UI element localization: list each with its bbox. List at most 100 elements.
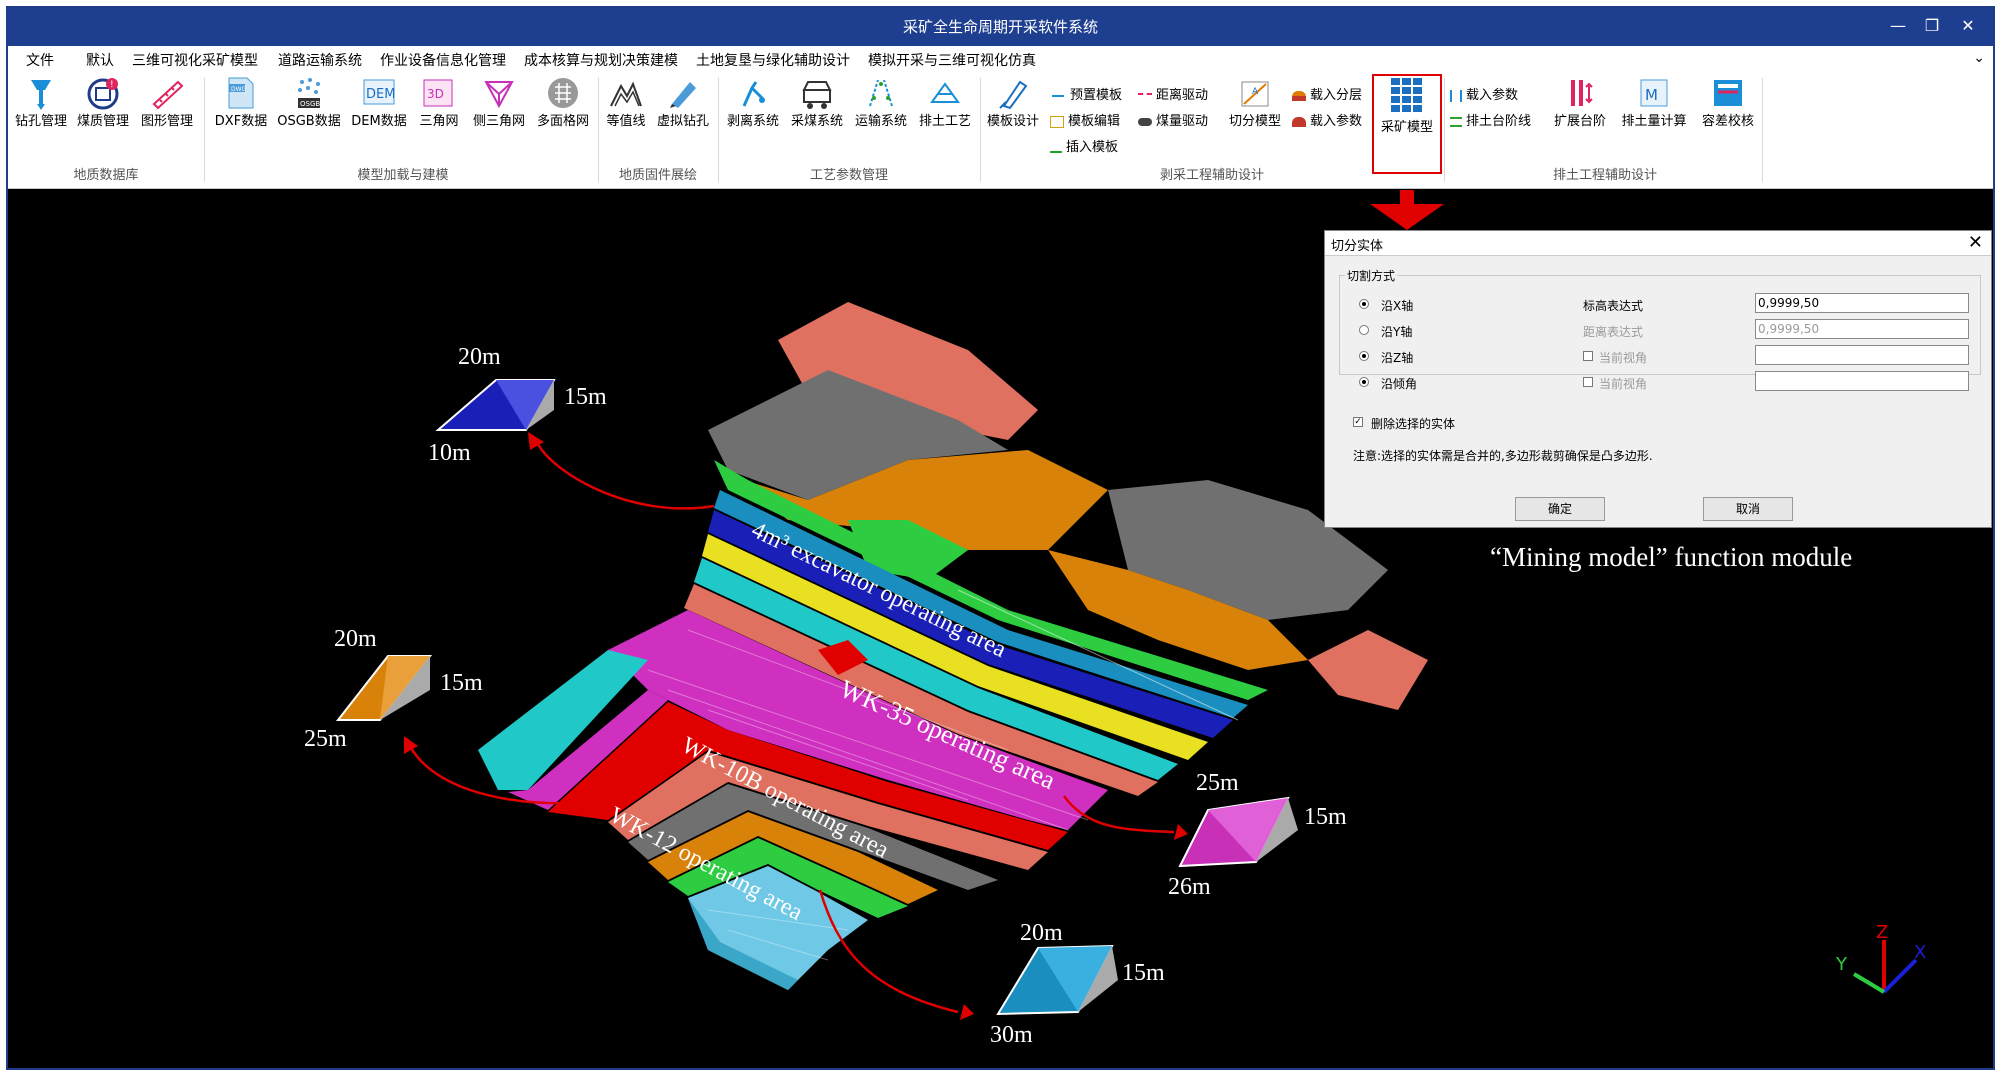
menu-reclaim[interactable]: 土地复垦与绿化辅助设计: [696, 50, 850, 70]
small-load-params[interactable]: 载入参数: [1292, 110, 1362, 129]
module-caption: “Mining model” function module: [1490, 542, 1853, 572]
small-load-layer[interactable]: 载入分层: [1292, 84, 1362, 103]
menu-3d-model[interactable]: 三维可视化采矿模型: [132, 50, 258, 70]
tool-dumping[interactable]: 排土工艺: [914, 76, 976, 129]
svg-text:20m: 20m: [1020, 920, 1063, 946]
mining-icon: [802, 81, 832, 109]
contour-icon: [610, 81, 642, 107]
svg-text:25m: 25m: [304, 726, 347, 752]
dialog-note: 注意:选择的实体需是合并的,多边形裁剪确保是凸多边形.: [1353, 449, 1653, 463]
tool-dxf[interactable]: DWG DXF数据: [212, 76, 270, 129]
drill-icon: [31, 80, 51, 110]
view-check-2[interactable]: [1583, 377, 1593, 387]
svg-text:10m: 10m: [428, 440, 471, 466]
small-load-params-dump[interactable]: 载入参数: [1450, 84, 1518, 103]
radio-z-axis[interactable]: [1359, 351, 1369, 361]
window-title: 采矿全生命周期开采软件系统: [902, 18, 1098, 36]
group-label-geo-db: 地质数据库: [73, 168, 139, 183]
tool-transport[interactable]: 运输系统: [850, 76, 912, 129]
tolerance-icon: [1714, 80, 1742, 106]
svg-text:15m: 15m: [1304, 804, 1347, 830]
dialog-close-icon[interactable]: ✕: [1968, 232, 1983, 253]
menu-simulation[interactable]: 模拟开采与三维可视化仿真: [868, 50, 1036, 70]
svg-text:15m: 15m: [440, 670, 483, 696]
restore-button[interactable]: ❐: [1919, 14, 1945, 38]
tool-dem[interactable]: DEM DEM数据: [348, 76, 410, 129]
dem-icon: DEM: [363, 79, 395, 105]
block-dims-2: 20m 15m 25m: [304, 626, 483, 752]
group-label-process: 工艺参数管理: [809, 168, 888, 183]
small-insert-template[interactable]: 插入模板: [1050, 136, 1118, 155]
menu-cost[interactable]: 成本核算与规划决策建模: [524, 50, 678, 70]
tool-mining-system[interactable]: 采煤系统: [786, 76, 848, 129]
menu-default[interactable]: 默认: [86, 50, 114, 70]
tool-triangle[interactable]: 3D 三角网: [414, 76, 464, 129]
ok-button[interactable]: 确定: [1515, 497, 1605, 521]
group-label-model-load: 模型加载与建模: [357, 168, 449, 183]
menu-equipment[interactable]: 作业设备信息化管理: [380, 50, 506, 70]
svg-text:15m: 15m: [1122, 960, 1165, 986]
radio-dip-angle[interactable]: [1359, 377, 1369, 387]
tool-virtual-drill[interactable]: 虚拟钻孔: [652, 76, 714, 129]
title-bar: 采矿全生命周期开采软件系统 — ❐ ✕: [8, 8, 1993, 46]
dwg-icon: DWG: [228, 77, 254, 109]
menu-road[interactable]: 道路运输系统: [278, 50, 362, 70]
cancel-button[interactable]: 取消: [1703, 497, 1793, 521]
coal-quality-icon: !: [87, 78, 119, 110]
radio-x-axis[interactable]: [1359, 299, 1369, 309]
preset-template-icon: [1050, 88, 1066, 103]
svg-text:3D: 3D: [427, 87, 444, 101]
axis-triad: Z X Y: [1835, 922, 1926, 994]
svg-text:20m: 20m: [458, 344, 501, 370]
tool-coal-quality[interactable]: ! 煤质管理: [74, 76, 132, 129]
dip-param-input[interactable]: [1755, 371, 1969, 391]
svg-text:DWG: DWG: [231, 86, 247, 93]
tool-split-model[interactable]: A 切分模型: [1224, 76, 1286, 129]
svg-text:25m: 25m: [1196, 770, 1239, 796]
coal-drive-icon: [1138, 117, 1152, 126]
delete-selected-label: 删除选择的实体: [1371, 417, 1456, 431]
collapse-ribbon-icon[interactable]: ⌄: [1973, 50, 1985, 66]
virtual-drill-icon: [670, 82, 696, 108]
expand-bench-icon: [1571, 80, 1593, 106]
tool-dump-volume[interactable]: M 排土量计算: [1614, 76, 1694, 129]
tool-side-triangle[interactable]: 侧三角网: [468, 76, 530, 129]
z-param-input[interactable]: [1755, 345, 1969, 365]
load-params-icon: [1292, 116, 1306, 127]
small-preset-template[interactable]: 预置模板: [1050, 84, 1122, 103]
osgb-icon: OSGB: [298, 78, 320, 108]
delete-selected-checkbox[interactable]: ✓: [1353, 417, 1363, 427]
tool-tolerance-check[interactable]: 容差校核: [1696, 76, 1760, 129]
tool-multi-grid[interactable]: 多面格网: [532, 76, 594, 129]
sliders-icon: [1450, 89, 1462, 102]
svg-text:20m: 20m: [334, 626, 377, 652]
block-dims-4: 20m 15m 30m: [990, 920, 1165, 1048]
small-coal-drive[interactable]: 煤量驱动: [1138, 110, 1208, 129]
red-down-arrow: [1370, 190, 1444, 230]
tool-contour[interactable]: 等值线: [602, 76, 650, 129]
elevation-expr-input[interactable]: 0,9999,50: [1755, 293, 1969, 313]
split-model-icon: A: [1241, 81, 1269, 107]
svg-text:Y: Y: [1835, 954, 1848, 975]
svg-text:DEM: DEM: [366, 87, 395, 102]
small-dump-bench-line[interactable]: 排土台阶线: [1450, 110, 1531, 129]
close-button[interactable]: ✕: [1955, 14, 1981, 38]
minimize-button[interactable]: —: [1885, 14, 1911, 38]
tool-expand-bench[interactable]: 扩展台阶: [1548, 76, 1612, 129]
distance-expr-input[interactable]: 0,9999,50: [1755, 319, 1969, 339]
tool-osgb[interactable]: OSGB OSGB数据: [274, 76, 344, 129]
transport-icon: [869, 79, 893, 107]
svg-text:M: M: [1645, 86, 1658, 104]
tool-stripping[interactable]: 剥离系统: [722, 76, 784, 129]
tool-drill-manage[interactable]: 钻孔管理: [12, 76, 70, 129]
menu-file[interactable]: 文件: [26, 50, 54, 70]
tool-graphics[interactable]: 图形管理: [136, 76, 198, 129]
small-template-edit[interactable]: 模板编辑: [1050, 110, 1120, 129]
tool-template-design[interactable]: 模板设计: [984, 76, 1042, 129]
arrow-to-block-1: [534, 439, 715, 510]
radio-y-axis[interactable]: [1359, 325, 1369, 335]
svg-text:Z: Z: [1876, 922, 1888, 943]
small-distance-drive[interactable]: 距离驱动: [1138, 84, 1208, 103]
side-triangle-icon: [484, 81, 514, 109]
view-check-1[interactable]: [1583, 351, 1593, 361]
